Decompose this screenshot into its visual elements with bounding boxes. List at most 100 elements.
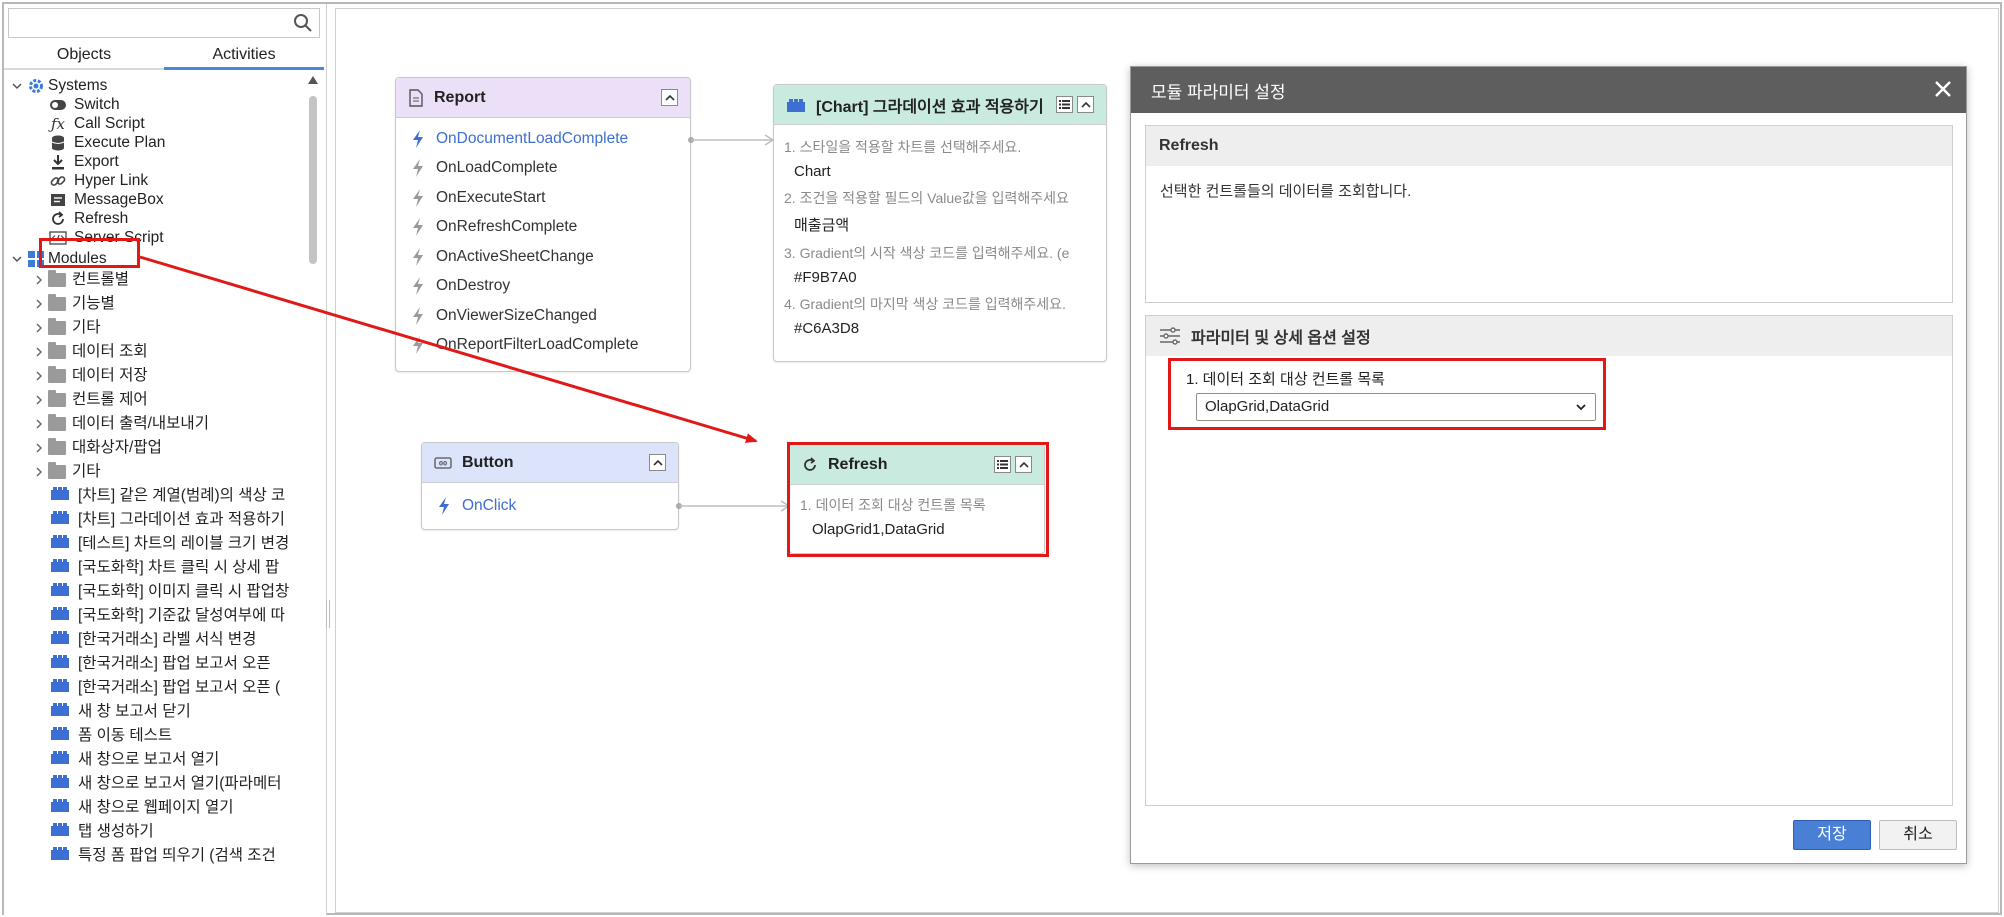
modules-icon — [26, 249, 46, 269]
dialog-title-bar[interactable]: 모듈 파라미터 설정 — [1131, 67, 1966, 113]
event-item[interactable]: OnClick — [422, 491, 678, 521]
refresh-icon — [804, 456, 816, 471]
tree-module-item[interactable]: [테스트] 차트의 레이블 크기 변경 — [50, 532, 289, 556]
tree-module-item[interactable]: 폼 이동 테스트 — [50, 724, 172, 748]
chevron-down-icon[interactable] — [10, 79, 24, 93]
button-node[interactable]: 00 Button OnClick — [421, 442, 679, 530]
chart-gradient-module-node[interactable]: [Chart] 그라데이션 효과 적용하기 1. 스타일을 적용할 차트를 선택… — [773, 84, 1107, 362]
list-icon — [1059, 100, 1070, 109]
chevron-right-icon[interactable] — [32, 273, 46, 287]
cancel-button[interactable]: 취소 — [1879, 820, 1957, 850]
param-value: #F9B7A0 — [794, 269, 857, 286]
chevron-right-icon[interactable] — [32, 297, 46, 311]
param-label: 1. 데이터 조회 대상 컨트롤 목록 — [800, 497, 986, 513]
scroll-thumb[interactable] — [309, 96, 317, 264]
refresh-module-node[interactable]: Refresh 1. 데이터 조회 대상 컨트롤 목록 OlapGrid1,Da… — [789, 444, 1045, 554]
tree-module-item[interactable]: 탭 생성하기 — [50, 820, 154, 844]
tree-module-item[interactable]: [한국거래소] 팝업 보고서 오픈 ( — [50, 676, 280, 700]
tree-folder[interactable]: 기타 — [32, 460, 101, 484]
chevron-right-icon[interactable] — [32, 465, 46, 479]
tree-module-label: [국도화학] 차트 클릭 시 상세 팝 — [78, 559, 280, 576]
node-title: [Chart] 그라데이션 효과 적용하기 — [816, 98, 1044, 116]
chevron-up-icon — [1080, 101, 1091, 108]
folder-icon — [48, 270, 66, 287]
search-field[interactable] — [8, 8, 320, 38]
report-node-header[interactable]: Report — [396, 78, 690, 118]
param-value: #C6A3D8 — [794, 320, 860, 337]
chevron-right-icon[interactable] — [32, 441, 46, 455]
collapse-button[interactable] — [1015, 456, 1032, 473]
tree-folder[interactable]: 컨트롤 제어 — [32, 388, 148, 412]
control-list-select[interactable]: OlapGrid,DataGrid — [1196, 393, 1596, 421]
activity-tree: Systems Switch ƒx Call Script Execute Pl… — [4, 74, 314, 915]
collapse-button[interactable] — [649, 454, 666, 471]
panel-splitter-handle[interactable] — [326, 600, 330, 628]
chevron-right-icon[interactable] — [32, 321, 46, 335]
tree-folder[interactable]: 기타 — [32, 316, 101, 340]
param-value: OlapGrid1,DataGrid — [812, 521, 945, 538]
chevron-right-icon[interactable] — [32, 369, 46, 383]
chevron-right-icon[interactable] — [32, 417, 46, 431]
section-title: Refresh — [1146, 126, 1952, 166]
tree-module-item[interactable]: [국도화학] 이미지 클릭 시 팝업창 — [50, 580, 289, 604]
module-info-section: Refresh 선택한 컨트롤들의 데이터를 조회합니다. — [1145, 125, 1953, 303]
list-view-button[interactable] — [1056, 96, 1073, 113]
tree-folder[interactable]: 데이터 출력/내보내기 — [32, 412, 209, 436]
tree-folder[interactable]: 데이터 조회 — [32, 340, 148, 364]
event-item[interactable]: OnLoadComplete — [396, 154, 690, 184]
module-icon — [50, 628, 70, 652]
chevron-right-icon[interactable] — [32, 345, 46, 359]
event-item[interactable]: OnViewerSizeChanged — [396, 301, 690, 331]
event-item[interactable]: OnExecuteStart — [396, 183, 690, 213]
tree-module-item[interactable]: [한국거래소] 팝업 보고서 오픈 — [50, 652, 271, 676]
tree-module-item[interactable]: [한국거래소] 라벨 서식 변경 — [50, 628, 256, 652]
close-icon[interactable] — [1932, 78, 1954, 100]
tree-module-label: 새 창으로 웹페이지 열기 — [78, 799, 234, 816]
tree-folder[interactable]: 데이터 저장 — [32, 364, 148, 388]
refresh-node-header[interactable]: Refresh — [790, 445, 1044, 485]
event-item[interactable]: OnRefreshComplete — [396, 213, 690, 243]
tree-module-item[interactable]: [차트] 그라데이션 효과 적용하기 — [50, 508, 285, 532]
tree-module-label: 폼 이동 테스트 — [78, 727, 173, 744]
tree-module-item[interactable]: [국도화학] 기준값 달성여부에 따 — [50, 604, 285, 628]
chevron-down-icon[interactable] — [10, 252, 24, 266]
tree-folder[interactable]: 대화상자/팝업 — [32, 436, 162, 460]
module-icon — [50, 652, 70, 676]
tree-folder-label: 대화상자/팝업 — [72, 439, 162, 456]
tree-scrollbar[interactable] — [306, 74, 320, 915]
lightning-icon — [413, 129, 423, 148]
tab-activities[interactable]: Activities — [164, 42, 324, 70]
tree-module-item[interactable]: 특정 폼 팝업 띄우기 (검색 조건 — [50, 844, 276, 868]
save-button[interactable]: 저장 — [1793, 820, 1871, 850]
tree-folder[interactable]: 기능별 — [32, 292, 115, 316]
tree-folder[interactable]: 컨트롤별 — [32, 268, 129, 292]
event-item[interactable]: OnDocumentLoadComplete — [396, 124, 690, 154]
list-view-button[interactable] — [994, 456, 1011, 473]
event-label: OnExecuteStart — [436, 188, 546, 206]
collapse-button[interactable] — [661, 89, 678, 106]
event-label: OnViewerSizeChanged — [436, 306, 597, 324]
tree-module-item[interactable]: 새 창으로 보고서 열기 — [50, 748, 219, 772]
tree-module-item[interactable]: 새 창 보고서 닫기 — [50, 700, 191, 724]
list-icon — [997, 460, 1008, 469]
tree-module-item[interactable]: 새 창으로 웹페이지 열기 — [50, 796, 234, 820]
event-item[interactable]: OnReportFilterLoadComplete — [396, 331, 690, 361]
search-icon[interactable] — [293, 13, 313, 33]
tree-module-item[interactable]: [차트] 같은 계열(범례)의 색상 코 — [50, 484, 285, 508]
tree-module-item[interactable]: [국도화학] 차트 클릭 시 상세 팝 — [50, 556, 279, 580]
search-input[interactable] — [13, 9, 283, 35]
folder-icon — [48, 462, 66, 479]
tab-objects[interactable]: Objects — [4, 42, 164, 68]
lightning-icon — [413, 306, 423, 325]
collapse-button[interactable] — [1077, 96, 1094, 113]
event-item[interactable]: OnActiveSheetChange — [396, 242, 690, 272]
event-item[interactable]: OnDestroy — [396, 272, 690, 302]
scroll-up-arrow-icon[interactable] — [308, 76, 318, 84]
report-node[interactable]: Report OnDocumentLoadComplete OnLoadComp… — [395, 77, 691, 372]
chevron-right-icon[interactable] — [32, 393, 46, 407]
tree-module-item[interactable]: 새 창으로 보고서 열기(파라메터 — [50, 772, 281, 796]
button-node-header[interactable]: 00 Button — [422, 443, 678, 483]
chart-node-header[interactable]: [Chart] 그라데이션 효과 적용하기 — [774, 85, 1106, 125]
lightning-icon — [413, 159, 423, 178]
tree-folder-label: 데이터 저장 — [72, 367, 148, 384]
